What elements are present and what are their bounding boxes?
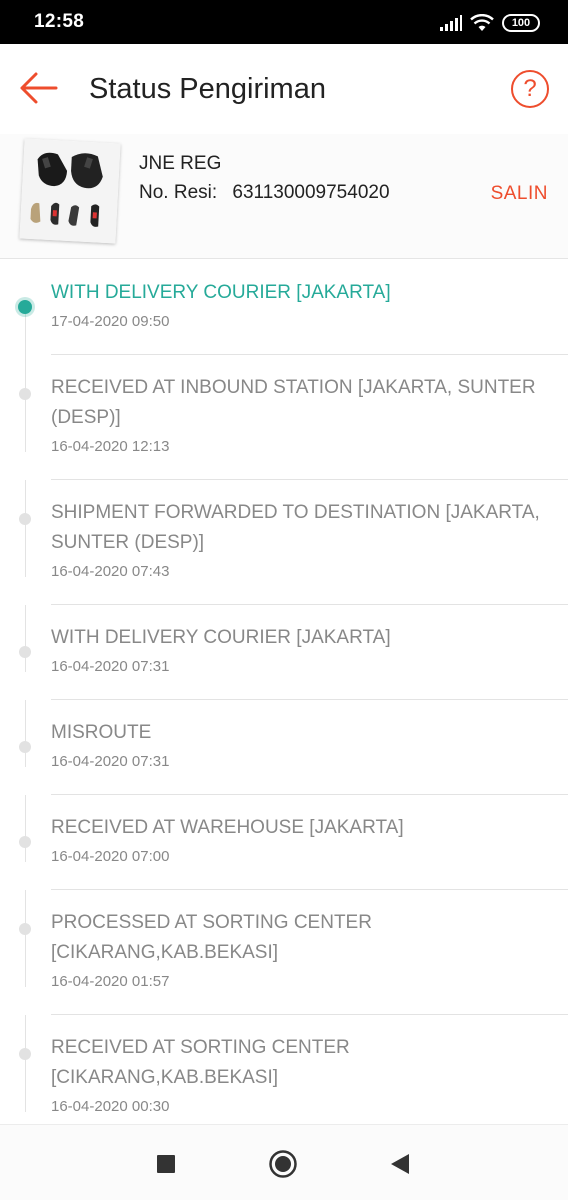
battery-level: 100 [511,17,531,29]
timeline-item: WITH DELIVERY COURIER [JAKARTA] 16-04-202… [0,605,568,700]
timeline-dot [19,1048,31,1060]
tracking-number: 631130009754020 [232,182,390,203]
timeline-item: WITH DELIVERY COURIER [JAKARTA] 17-04-202… [0,260,568,355]
question-circle-icon: ? [523,75,537,102]
timeline-rail [25,312,26,355]
timeline-dot [19,923,31,935]
timeline-status: MISROUTE [51,722,152,743]
app-bar: Status Pengiriman ? [0,44,568,134]
timeline-status: PROCESSED AT SORTING CENTER [CIKARANG,KA… [51,912,372,963]
timeline-status: RECEIVED AT INBOUND STATION [JAKARTA, SU… [51,377,536,428]
timeline-datetime: 16-04-2020 07:00 [51,848,170,865]
arrow-left-icon [20,72,58,104]
timeline-content: WITH DELIVERY COURIER [JAKARTA] 17-04-202… [51,260,568,355]
timeline-status: SHIPMENT FORWARDED TO DESTINATION [JAKAR… [51,502,540,553]
timeline-content: WITH DELIVERY COURIER [JAKARTA] 16-04-202… [51,605,568,700]
timeline-status: RECEIVED AT SORTING CENTER [CIKARANG,KAB… [51,1037,350,1088]
timeline-dot [19,836,31,848]
timeline-dot-active [18,300,32,314]
timeline-item: MISROUTE 16-04-2020 07:31 [0,700,568,795]
timeline-item: PROCESSED AT SORTING CENTER [CIKARANG,KA… [0,890,568,1015]
status-icons: 100 [440,13,540,33]
back-button[interactable] [18,70,60,106]
recents-button[interactable] [156,1154,176,1179]
back-triangle-icon [391,1154,409,1174]
timeline-item: RECEIVED AT INBOUND STATION [JAKARTA, SU… [0,355,568,480]
wifi-icon [470,14,494,31]
tracking-number-row: No. Resi: 631130009754020 [139,182,390,204]
timeline-rail [25,795,26,862]
recents-square-icon [157,1155,175,1173]
timeline-content: SHIPMENT FORWARDED TO DESTINATION [JAKAR… [51,480,568,605]
timeline-datetime: 17-04-2020 09:50 [51,313,170,330]
copy-tracking-button[interactable]: SALIN [491,183,548,205]
signal-icon [440,15,462,31]
timeline-status: WITH DELIVERY COURIER [JAKARTA] [51,282,391,303]
timeline-datetime: 16-04-2020 01:57 [51,973,170,990]
timeline-dot [19,741,31,753]
timeline-content: MISROUTE 16-04-2020 07:31 [51,700,568,795]
timeline-status: WITH DELIVERY COURIER [JAKARTA] [51,627,391,648]
back-nav-button[interactable] [389,1152,411,1181]
home-button[interactable] [268,1149,298,1184]
page-title: Status Pengiriman [89,73,326,105]
timeline-datetime: 16-04-2020 12:13 [51,438,170,455]
home-circle-icon [269,1150,297,1178]
timeline-datetime: 16-04-2020 07:31 [51,753,170,770]
timeline-dot [19,513,31,525]
help-button[interactable]: ? [511,70,549,108]
timeline-rail [25,355,26,452]
timeline-content: RECEIVED AT INBOUND STATION [JAKARTA, SU… [51,355,568,480]
shipment-header: JNE REG No. Resi: 631130009754020 SALIN [0,134,568,259]
timeline-item: SHIPMENT FORWARDED TO DESTINATION [JAKAR… [0,480,568,605]
timeline-datetime: 16-04-2020 00:30 [51,1098,170,1115]
tracking-number-label: No. Resi: [139,182,218,203]
timeline-datetime: 16-04-2020 07:31 [51,658,170,675]
timeline-rail [25,890,26,987]
timeline-item: RECEIVED AT SORTING CENTER [CIKARANG,KAB… [0,1015,568,1124]
clock: 12:58 [34,11,85,32]
timeline-content: PROCESSED AT SORTING CENTER [CIKARANG,KA… [51,890,568,1015]
timeline-rail [25,605,26,672]
timeline-item: RECEIVED AT WAREHOUSE [JAKARTA] 16-04-202… [0,795,568,890]
product-thumbnail [19,138,121,244]
timeline-content: RECEIVED AT SORTING CENTER [CIKARANG,KAB… [51,1015,568,1124]
timeline-rail [25,1015,26,1112]
tracking-timeline[interactable]: WITH DELIVERY COURIER [JAKARTA] 17-04-202… [0,260,568,1124]
timeline-rail [25,700,26,767]
battery-icon: 100 [502,14,540,32]
system-status-bar: 12:58 100 [0,0,568,44]
timeline-dot [19,388,31,400]
timeline-dot [19,646,31,658]
system-nav-bar [0,1124,568,1200]
timeline-content: RECEIVED AT WAREHOUSE [JAKARTA] 16-04-202… [51,795,568,890]
timeline-status: RECEIVED AT WAREHOUSE [JAKARTA] [51,817,404,838]
timeline-datetime: 16-04-2020 07:43 [51,563,170,580]
gloves-image [19,138,121,244]
timeline-rail [25,480,26,577]
courier-service: JNE REG [139,153,222,174]
